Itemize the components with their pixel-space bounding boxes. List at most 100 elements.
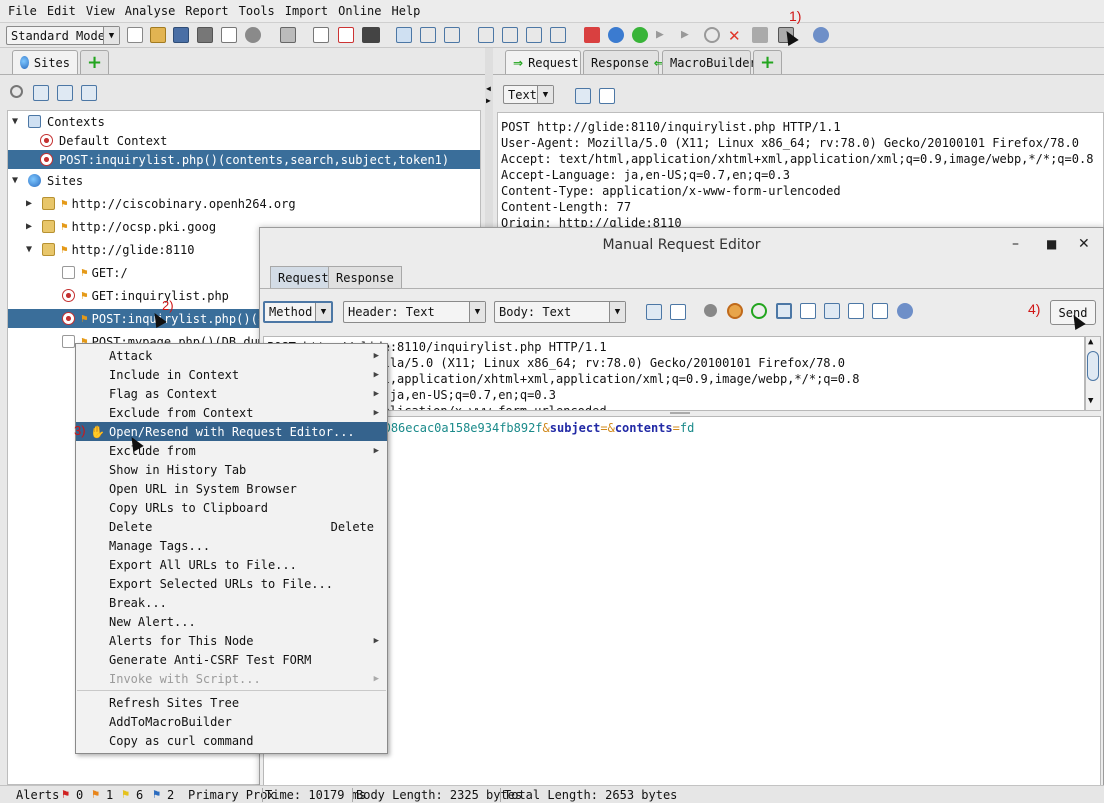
add-tab-button[interactable]: + [80,50,109,74]
panel-3-icon[interactable] [526,27,542,43]
close-icon[interactable]: ✕ [1078,236,1090,252]
collapsed-icon[interactable]: ▶ [26,198,38,209]
menu-report[interactable]: Report [185,4,228,18]
stop-icon[interactable] [704,27,720,43]
layout-icon[interactable] [872,303,888,319]
layout-icon[interactable] [824,303,840,319]
layout-2-icon[interactable] [420,27,436,43]
save-session-icon[interactable] [173,27,189,43]
export-icon[interactable] [280,27,296,43]
expand-icon[interactable]: ▼ [26,244,38,255]
scroll-down-icon[interactable]: ▼ [1088,396,1093,406]
menu-item-attack[interactable]: Attack ▶ [76,346,387,365]
add-note-icon[interactable] [313,27,329,43]
filter-icon[interactable] [752,27,768,43]
menu-item-anti-csrf-form[interactable]: Generate Anti-CSRF Test FORM [76,650,387,669]
cookie-icon[interactable] [727,303,743,319]
menu-item-new-alert[interactable]: New Alert... [76,612,387,631]
menu-item-copy-urls[interactable]: Copy URLs to Clipboard [76,498,387,517]
step-icon[interactable]: ▶ [656,27,672,43]
tree-node-contexts[interactable]: ▼ Contexts [12,112,105,131]
console-icon[interactable] [362,27,380,43]
panel-4-icon[interactable] [550,27,566,43]
split-vertical-icon[interactable] [670,304,686,320]
menu-item-show-in-history[interactable]: Show in History Tab [76,460,387,479]
collapse-right-icon[interactable]: ▶ [486,96,491,105]
menu-item-add-to-macrobuilder[interactable]: AddToMacroBuilder [76,712,387,731]
tab-sites[interactable]: Sites [12,50,78,74]
gray-circle-icon[interactable] [704,304,717,317]
header-scrollbar[interactable]: ▲ ▼ [1085,336,1101,411]
menu-item-copy-as-curl[interactable]: Copy as curl command [76,731,387,750]
menu-online[interactable]: Online [338,4,381,18]
new-context-icon[interactable] [33,85,49,101]
drop-icon[interactable]: ✕ [728,27,744,45]
target-icon[interactable] [10,85,23,98]
layout-3-icon[interactable] [444,27,460,43]
scroll-up-icon[interactable]: ▲ [1088,337,1093,347]
new-session-icon[interactable] [127,27,143,43]
menu-item-alerts-for-node[interactable]: Alerts for This Node ▶ [76,631,387,650]
delete-note-icon[interactable] [338,27,354,43]
properties-icon[interactable] [221,27,237,43]
tree-node-site-ocsp[interactable]: ▶ ⚑ http://ocsp.pki.goog [26,217,216,236]
menu-item-export-all-urls[interactable]: Export All URLs to File... [76,555,387,574]
gear-icon[interactable] [245,27,261,43]
maximize-icon[interactable]: ■ [1046,237,1057,251]
menu-file[interactable]: File [8,4,37,18]
menu-item-manage-tags[interactable]: Manage Tags... [76,536,387,555]
collapse-left-icon[interactable]: ◀ [486,84,491,93]
import-context-icon[interactable] [57,85,73,101]
menu-analyse[interactable]: Analyse [125,4,176,18]
menu-item-break[interactable]: Break... [76,593,387,612]
export-context-icon[interactable] [81,85,97,101]
continue-icon[interactable]: ▶ [681,27,697,43]
help-icon[interactable] [813,27,829,43]
panel-1-icon[interactable] [478,27,494,43]
menu-item-delete[interactable]: Delete Delete [76,517,387,536]
menu-help[interactable]: Help [392,4,421,18]
menu-item-exclude-from[interactable]: Exclude from ▶ [76,441,387,460]
follow-redirect-icon[interactable] [751,303,767,319]
menu-tools[interactable]: Tools [239,4,275,18]
tree-node-default-context[interactable]: Default Context [36,131,167,150]
tab-response[interactable]: Response ⇐ [583,50,664,74]
menu-item-flag-as-context[interactable]: Flag as Context ▶ [76,384,387,403]
help-icon[interactable] [897,303,913,319]
split-vertical-icon[interactable] [599,88,615,104]
view-type-select[interactable]: Text ▼ [503,85,554,104]
split-horizontal-icon[interactable] [575,88,591,104]
panel-2-icon[interactable] [502,27,518,43]
menu-view[interactable]: View [86,4,115,18]
menu-item-export-selected-urls[interactable]: Export Selected URLs to File... [76,574,387,593]
tree-node-selected-context[interactable]: POST:inquirylist.php()(contents,search,s… [8,150,480,169]
dialog-titlebar[interactable]: Manual Request Editor – ■ ✕ [260,228,1103,262]
menu-item-refresh-sites-tree[interactable]: Refresh Sites Tree [76,693,387,712]
split-horizontal-icon[interactable] [646,304,662,320]
menu-edit[interactable]: Edit [47,4,76,18]
menu-import[interactable]: Import [285,4,328,18]
method-select[interactable]: Method ▼ [263,301,333,323]
splitter-grip[interactable] [670,412,690,414]
tree-node-get-inquirylist[interactable]: ⚑ GET:inquirylist.php [58,286,229,305]
minimize-icon[interactable]: – [1012,236,1019,252]
expand-icon[interactable]: ▼ [12,175,24,186]
header-view-select[interactable]: Header: Text ▼ [343,301,486,323]
mode-select[interactable]: Standard Mode ▼ [6,26,120,45]
layout-1-icon[interactable] [396,27,412,43]
globe-icon[interactable] [608,27,624,43]
menu-item-open-resend[interactable]: ✋ Open/Resend with Request Editor... [76,422,387,441]
tree-node-site-glide[interactable]: ▼ ⚑ http://glide:8110 [26,240,194,259]
dialog-tab-response[interactable]: Response [328,266,402,288]
scroll-thumb[interactable] [1087,351,1099,381]
green-circle-icon[interactable] [632,27,648,43]
menu-item-include-in-context[interactable]: Include in Context ▶ [76,365,387,384]
scan-policy-icon[interactable] [584,27,600,43]
tree-node-sites[interactable]: ▼ Sites [12,171,83,190]
menu-item-open-url-browser[interactable]: Open URL in System Browser [76,479,387,498]
open-session-icon[interactable] [150,27,166,43]
menu-item-exclude-from-context[interactable]: Exclude from Context ▶ [76,403,387,422]
request-body-editor[interactable]: 07bd1d6e9832d12c086ecac0a158e934fb892f&s… [263,416,1101,792]
layout-icon[interactable] [848,303,864,319]
tree-node-get-root[interactable]: ⚑ GET:/ [58,263,128,282]
